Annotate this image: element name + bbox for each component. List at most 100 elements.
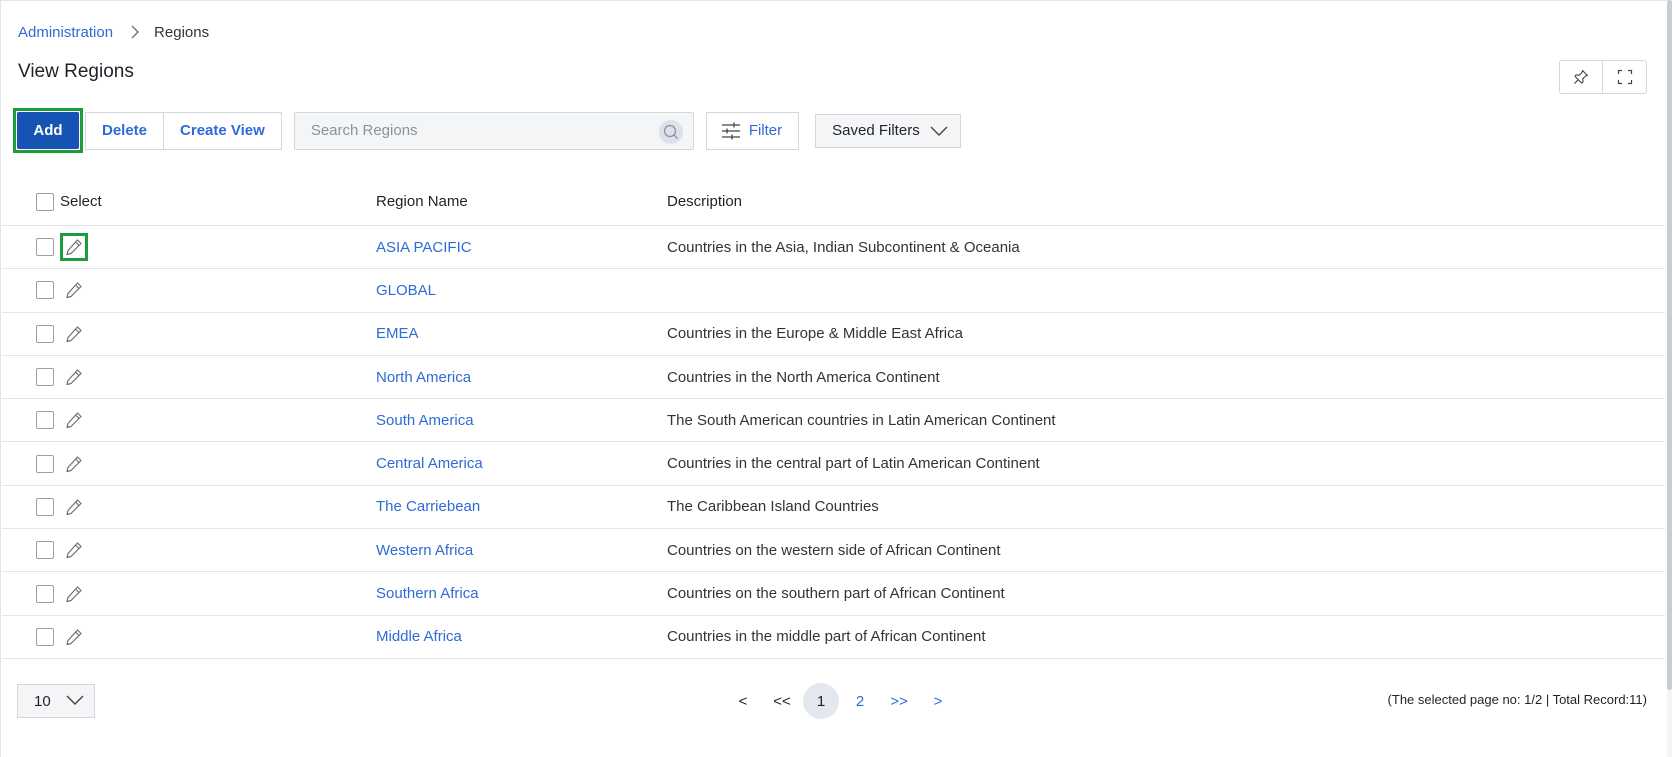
- toolbar: Add Delete Create View Filter Saved Filt…: [13, 108, 961, 153]
- table-footer: 10 < << 1 2 >> > (The selected page no: …: [0, 660, 1667, 730]
- description-cell: Countries in the central part of Latin A…: [667, 442, 1040, 484]
- prev-page-button[interactable]: <: [725, 683, 761, 719]
- table-row: The Carriebean The Caribbean Island Count…: [2, 486, 1665, 530]
- row-select-cell: [36, 226, 54, 268]
- pencil-icon: [66, 369, 82, 386]
- row-edit-cell: [60, 399, 88, 441]
- region-name-cell: South America: [376, 399, 474, 441]
- add-button[interactable]: Add: [17, 112, 79, 149]
- page-2-button[interactable]: 2: [842, 683, 878, 719]
- row-checkbox[interactable]: [36, 541, 54, 560]
- description-cell: The South American countries in Latin Am…: [667, 399, 1056, 441]
- last-page-button[interactable]: >>: [881, 683, 917, 719]
- row-select-cell: [36, 529, 54, 571]
- page-size-dropdown[interactable]: 10: [17, 684, 95, 718]
- row-edit-cell: [60, 356, 88, 398]
- pencil-icon: [66, 585, 82, 602]
- pin-icon: [1574, 69, 1589, 84]
- add-button-highlight: Add: [13, 108, 83, 153]
- region-name-link[interactable]: Western Africa: [376, 542, 473, 559]
- table-row: Southern Africa Countries on the southern…: [2, 572, 1665, 616]
- region-name-link[interactable]: ASIA PACIFIC: [376, 239, 472, 256]
- page-size-value: 10: [34, 692, 51, 710]
- row-edit-cell: [60, 226, 88, 268]
- saved-filters-label: Saved Filters: [832, 122, 920, 139]
- region-name-link[interactable]: South America: [376, 412, 474, 429]
- table-row: ASIA PACIFIC Countries in the Asia, India…: [2, 226, 1665, 270]
- region-description: Countries in the Asia, Indian Subcontine…: [667, 238, 1020, 256]
- fullscreen-button[interactable]: [1603, 60, 1647, 94]
- pagination: < << 1 2 >> >: [725, 683, 959, 719]
- row-checkbox[interactable]: [36, 281, 54, 300]
- region-name-link[interactable]: North America: [376, 369, 471, 386]
- edit-button[interactable]: [60, 536, 88, 564]
- pencil-icon: [66, 629, 82, 645]
- pencil-icon: [66, 499, 82, 516]
- region-name-link[interactable]: The Carriebean: [376, 498, 480, 515]
- edit-button[interactable]: [60, 233, 88, 262]
- region-description: Countries in the Europe & Middle East Af…: [667, 325, 963, 343]
- description-cell: Countries on the western side of African…: [667, 529, 1001, 571]
- table-row: GLOBAL: [2, 269, 1665, 313]
- select-header: Select: [60, 193, 102, 210]
- region-name-header: Region Name: [376, 193, 468, 210]
- row-edit-cell: [60, 486, 88, 528]
- row-checkbox[interactable]: [36, 627, 54, 646]
- first-page-button[interactable]: <<: [764, 683, 800, 719]
- row-checkbox[interactable]: [36, 238, 54, 257]
- breadcrumb-current: Regions: [154, 23, 210, 41]
- select-all-checkbox[interactable]: [36, 192, 54, 211]
- next-page-button[interactable]: >: [920, 683, 956, 719]
- row-checkbox[interactable]: [36, 411, 54, 430]
- regions-table: Select Region Name Description ASIA PACI…: [2, 178, 1665, 659]
- search-button[interactable]: [658, 119, 683, 144]
- pencil-icon: [66, 239, 82, 256]
- region-name-link[interactable]: EMEA: [376, 325, 419, 342]
- table-header-row: Select Region Name Description: [2, 178, 1665, 226]
- breadcrumb-administration-link[interactable]: Administration: [18, 24, 113, 41]
- edit-button[interactable]: [60, 276, 88, 304]
- region-name-link[interactable]: GLOBAL: [376, 282, 436, 299]
- pin-button[interactable]: [1559, 60, 1603, 94]
- region-name-cell: North America: [376, 356, 471, 398]
- region-name-link[interactable]: Middle Africa: [376, 628, 462, 645]
- saved-filters-dropdown[interactable]: Saved Filters: [815, 113, 961, 148]
- region-description: The South American countries in Latin Am…: [667, 411, 1056, 429]
- sliders-icon: [721, 122, 740, 139]
- scrollbar-track[interactable]: [1667, 0, 1672, 757]
- edit-button[interactable]: [60, 623, 88, 651]
- description-cell: The Caribbean Island Countries: [667, 486, 879, 528]
- description-cell: Countries in the middle part of African …: [667, 616, 986, 658]
- row-edit-cell: [60, 442, 88, 484]
- region-name-cell: Western Africa: [376, 529, 473, 571]
- region-description: Countries in the middle part of African …: [667, 628, 986, 646]
- edit-button[interactable]: [60, 450, 88, 478]
- row-checkbox[interactable]: [36, 584, 54, 603]
- row-select-cell: [36, 356, 54, 398]
- row-select-cell: [36, 486, 54, 528]
- search-input[interactable]: [294, 112, 645, 149]
- edit-button[interactable]: [60, 406, 88, 434]
- pencil-icon: [66, 326, 82, 342]
- region-name-link[interactable]: Central America: [376, 455, 483, 472]
- delete-button[interactable]: Delete: [85, 111, 165, 150]
- region-description: The Caribbean Island Countries: [667, 498, 879, 516]
- pencil-icon: [66, 412, 82, 429]
- edit-button[interactable]: [60, 580, 88, 608]
- edit-button[interactable]: [60, 320, 88, 348]
- row-checkbox[interactable]: [36, 368, 54, 387]
- row-checkbox[interactable]: [36, 454, 54, 473]
- row-checkbox[interactable]: [36, 324, 54, 343]
- view-tools: [1559, 60, 1647, 94]
- region-description: Countries on the southern part of Africa…: [667, 585, 1005, 603]
- scrollbar-thumb[interactable]: [1667, 0, 1672, 690]
- region-description: Countries in the central part of Latin A…: [667, 455, 1040, 473]
- page-1-button[interactable]: 1: [803, 683, 839, 719]
- edit-button[interactable]: [60, 363, 88, 391]
- row-checkbox[interactable]: [36, 497, 54, 516]
- create-view-button[interactable]: Create View: [164, 111, 282, 150]
- edit-button[interactable]: [60, 493, 88, 521]
- table-row: Western Africa Countries on the western s…: [2, 529, 1665, 573]
- filter-button[interactable]: Filter: [705, 111, 800, 150]
- region-name-link[interactable]: Southern Africa: [376, 585, 479, 602]
